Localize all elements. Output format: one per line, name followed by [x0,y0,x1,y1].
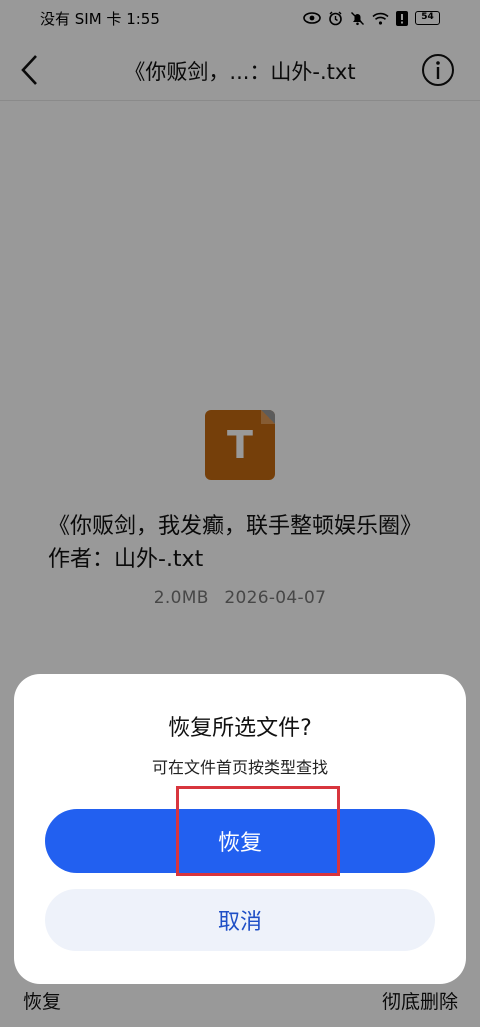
restore-button[interactable]: 恢复 [45,809,435,873]
dialog-title: 恢复所选文件? [168,716,312,741]
restore-dialog: 恢复所选文件? 可在文件首页按类型查找 恢复 取消 [14,674,466,984]
dialog-subtitle: 可在文件首页按类型查找 [151,758,328,777]
cancel-button[interactable]: 取消 [45,889,435,951]
